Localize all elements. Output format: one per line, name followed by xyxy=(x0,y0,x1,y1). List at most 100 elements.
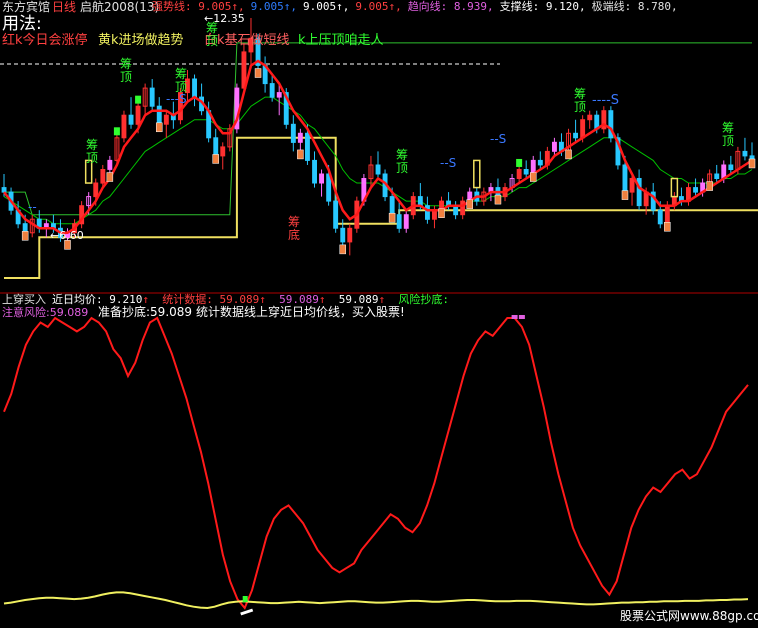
candle-body xyxy=(149,87,155,107)
indicator-1: 9.005↑, xyxy=(250,0,297,13)
candle-body xyxy=(516,169,522,179)
tech-label-4: 筹顶 xyxy=(206,21,219,48)
ma-red-line xyxy=(3,59,753,235)
s-marker-5: -- xyxy=(28,200,37,214)
candle-body xyxy=(1,187,7,193)
signal-marker xyxy=(748,158,756,169)
candle-body xyxy=(333,200,339,229)
risk-marker xyxy=(518,315,525,319)
candle-body xyxy=(107,159,113,170)
chart-window: 东方宾馆 日线 启航2008(13) 强势线: 9.005↑, 9.005↑, 9.… xyxy=(0,0,758,628)
sub-title: 上穿买入 xyxy=(2,293,46,306)
candle-body xyxy=(417,196,423,207)
candle-body xyxy=(135,105,141,125)
candle-body xyxy=(403,214,409,229)
signal-marker xyxy=(494,194,502,205)
candle-body xyxy=(396,214,402,229)
signal-marker xyxy=(565,149,572,160)
candle-body xyxy=(121,114,127,139)
stock-name: 东方宾馆 xyxy=(2,0,51,14)
candle-body xyxy=(128,114,134,125)
tech-label-2: 筹顶 xyxy=(175,67,188,94)
signal-marker xyxy=(155,122,163,133)
candle-body xyxy=(93,182,99,198)
indicator-3: 9.005↑, xyxy=(355,0,402,13)
indicator-4: 趋向线: 8.939, xyxy=(407,0,494,13)
candle-body xyxy=(305,132,310,161)
candle-body xyxy=(693,187,698,193)
candle-body xyxy=(537,159,543,166)
s-marker-1: ---S xyxy=(166,92,187,106)
s-marker-4: --S xyxy=(440,156,457,170)
candle-body xyxy=(552,141,557,152)
indicator-2: 9.005↑, xyxy=(302,0,350,13)
tech-label-3: 筹顶 xyxy=(86,138,99,165)
signal-marker xyxy=(529,172,537,182)
period-label[interactable]: 日线 xyxy=(52,0,76,14)
candle-body xyxy=(340,227,346,243)
prepare-label: 准备抄底:59.089 xyxy=(98,305,193,319)
s-marker-2: ----S xyxy=(592,93,620,108)
candle-body xyxy=(347,227,353,243)
average-line xyxy=(3,591,749,610)
candle-body xyxy=(629,178,635,193)
bottom-marker: 筹底 xyxy=(288,215,301,242)
green-rule: k上压顶咱走人 xyxy=(298,33,384,48)
candle-body xyxy=(523,169,529,175)
top-signal-marker xyxy=(516,158,523,167)
signal-marker xyxy=(21,231,29,241)
candle-body xyxy=(432,209,437,220)
signal-marker xyxy=(106,172,114,182)
candle-body xyxy=(460,200,466,216)
candle-body xyxy=(742,150,748,157)
entry-box xyxy=(473,159,481,189)
candle-body xyxy=(100,169,106,184)
tech-label-5: 筹顶 xyxy=(396,148,409,175)
candle-body xyxy=(728,164,734,170)
signal-marker xyxy=(254,68,262,78)
risk-label: 注意风险:59.089 xyxy=(2,306,89,319)
signal-marker xyxy=(212,154,219,164)
candle-body xyxy=(276,92,282,98)
candle-body xyxy=(714,173,720,179)
candle-body xyxy=(657,209,663,225)
s-marker-3: --S xyxy=(490,132,507,146)
tech-label-1: 筹顶 xyxy=(120,57,133,84)
signal-marker xyxy=(297,149,304,160)
candle-body xyxy=(425,205,430,220)
candle-body xyxy=(389,196,395,216)
tech-label-6: 筹顶 xyxy=(574,87,587,114)
yellow-rule: 黄k进场做趋势 xyxy=(98,33,184,48)
buy-signal-marker xyxy=(242,596,248,602)
candle-body xyxy=(312,159,318,184)
signal-marker xyxy=(621,190,629,200)
buy-note: 统计数据线上穿近日均价线，买入股票! xyxy=(196,305,405,319)
candle-body xyxy=(220,146,226,157)
signal-marker xyxy=(438,208,445,218)
statistic-line xyxy=(3,316,749,610)
candle-body xyxy=(664,205,670,225)
indicator-6: 极端线: 8.780, xyxy=(591,0,678,13)
candle-body xyxy=(375,164,381,175)
candle-body xyxy=(319,173,325,184)
formula-name: 启航2008(13) xyxy=(80,0,160,14)
candle-body xyxy=(163,114,169,125)
candle-body xyxy=(297,132,303,143)
signal-marker xyxy=(339,244,346,255)
signal-marker xyxy=(706,181,713,191)
candle-body xyxy=(269,83,275,98)
signal-marker xyxy=(466,199,473,209)
red-rule: 红k今日会涨停 xyxy=(2,33,88,48)
risk-marker xyxy=(511,315,518,319)
candle-body xyxy=(580,119,586,139)
top-signal-marker xyxy=(113,127,120,136)
usage-label: 用法: xyxy=(2,14,42,34)
top-signal-marker xyxy=(135,95,142,104)
indicator-5: 支撑线: 9.120, xyxy=(499,0,586,13)
watermark: 股票公式网www.88gp.com xyxy=(620,609,758,623)
bottom-price-label: ←6.60 xyxy=(50,229,84,242)
candle-body xyxy=(587,114,593,121)
candle-body xyxy=(192,78,198,98)
signal-marker xyxy=(388,212,396,223)
candle-body xyxy=(213,137,219,157)
